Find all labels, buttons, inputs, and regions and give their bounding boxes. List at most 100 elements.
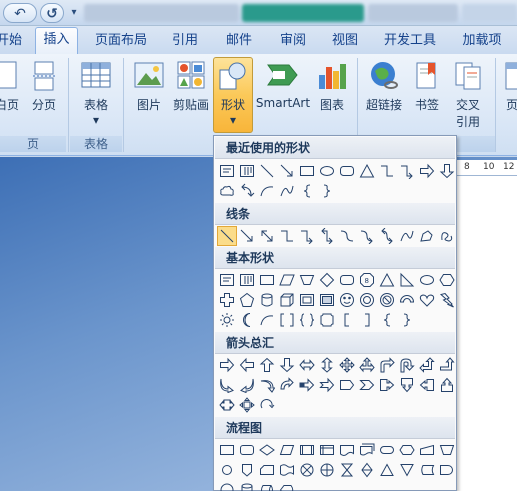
tab-add-ins[interactable]: 加载项	[455, 29, 509, 54]
up-down-arrow-icon[interactable]	[317, 355, 337, 375]
double-arrow-line-icon[interactable]	[257, 226, 277, 246]
curve-icon[interactable]	[397, 226, 417, 246]
bevel-icon[interactable]	[297, 290, 317, 310]
u-turn-arrow-icon[interactable]	[397, 355, 417, 375]
curved-down-arrow-icon[interactable]	[277, 375, 297, 395]
left-right-up-arrow-icon[interactable]	[357, 355, 377, 375]
document-page[interactable]	[456, 160, 517, 491]
page-break-button[interactable]: 分页	[28, 58, 60, 132]
connector-icon[interactable]	[217, 460, 237, 480]
curved-right-arrow-icon[interactable]	[217, 375, 237, 395]
manual-input-icon[interactable]	[417, 440, 437, 460]
chevron-icon[interactable]	[357, 375, 377, 395]
left-bracket-icon[interactable]	[337, 310, 357, 330]
double-brace-icon[interactable]	[297, 310, 317, 330]
frame-icon[interactable]	[317, 290, 337, 310]
extract-icon[interactable]	[377, 460, 397, 480]
process-icon[interactable]	[217, 440, 237, 460]
circular-arrow-icon[interactable]	[257, 395, 277, 415]
text-box-icon[interactable]	[217, 270, 237, 290]
tab-view[interactable]: 视图	[325, 29, 365, 54]
rectangle-icon[interactable]	[257, 270, 277, 290]
left-up-arrow-icon[interactable]	[417, 355, 437, 375]
lightning-icon[interactable]	[437, 290, 457, 310]
curved-left-arrow-icon[interactable]	[237, 375, 257, 395]
smiley-icon[interactable]	[337, 290, 357, 310]
tab-page-layout[interactable]: 页面布局	[89, 29, 153, 54]
magnetic-disk-icon[interactable]	[237, 480, 257, 491]
down-arrow-callout-icon[interactable]	[397, 375, 417, 395]
tab-mailings[interactable]: 邮件	[219, 29, 259, 54]
right-arrow-callout-icon[interactable]	[377, 375, 397, 395]
left-right-arrow-callout-icon[interactable]	[217, 395, 237, 415]
right-arrow-icon[interactable]	[417, 161, 437, 181]
right-arrow-icon[interactable]	[217, 355, 237, 375]
manual-operation-icon[interactable]	[437, 440, 457, 460]
moon-icon[interactable]	[237, 310, 257, 330]
summing-junction-icon[interactable]	[297, 460, 317, 480]
cube-icon[interactable]	[277, 290, 297, 310]
picture-button[interactable]: 图片	[130, 58, 168, 132]
heart-icon[interactable]	[417, 290, 437, 310]
card-icon[interactable]	[257, 460, 277, 480]
right-bracket-icon[interactable]	[357, 310, 377, 330]
right-brace-icon[interactable]	[317, 181, 337, 201]
curve-icon[interactable]	[277, 181, 297, 201]
bent-up-arrow-icon[interactable]	[437, 355, 457, 375]
multidocument-icon[interactable]	[357, 440, 377, 460]
undo-button[interactable]: ↶	[3, 3, 37, 23]
scribble-icon[interactable]	[437, 226, 457, 246]
triangle-icon[interactable]	[377, 270, 397, 290]
internal-storage-icon[interactable]	[317, 440, 337, 460]
tab-insert[interactable]: 插入	[35, 27, 78, 55]
text-box-icon[interactable]	[217, 161, 237, 181]
hexagon-icon[interactable]	[437, 270, 457, 290]
striped-right-arrow-icon[interactable]	[297, 375, 317, 395]
curved-arrow-connector-icon[interactable]	[357, 226, 377, 246]
merge-icon[interactable]	[397, 460, 417, 480]
elbow-connector-icon[interactable]	[377, 161, 397, 181]
terminator-icon[interactable]	[377, 440, 397, 460]
chart-button[interactable]: 图表	[313, 58, 351, 132]
pentagon-icon[interactable]	[237, 290, 257, 310]
quad-arrow-callout-icon[interactable]	[237, 395, 257, 415]
octagon-icon[interactable]: 8	[357, 270, 377, 290]
rounded-rectangle-icon[interactable]	[337, 270, 357, 290]
tab-review[interactable]: 审阅	[273, 29, 313, 54]
elbow-double-arrow-icon[interactable]	[317, 226, 337, 246]
rounded-rectangle-icon[interactable]	[337, 161, 357, 181]
double-bracket-icon[interactable]	[277, 310, 297, 330]
block-arc-icon[interactable]	[397, 290, 417, 310]
tab-references[interactable]: 引用	[165, 29, 205, 54]
line-icon[interactable]	[257, 161, 277, 181]
arc-icon[interactable]	[257, 310, 277, 330]
sequential-storage-icon[interactable]	[217, 480, 237, 491]
tab-developer[interactable]: 开发工具	[378, 29, 442, 54]
no-symbol-icon[interactable]	[377, 290, 397, 310]
can-icon[interactable]	[257, 290, 277, 310]
clip-art-button[interactable]: 剪贴画	[170, 58, 212, 132]
redo-button[interactable]: ↺	[40, 3, 64, 23]
pentagon-arrow-icon[interactable]	[337, 375, 357, 395]
oval-icon[interactable]	[317, 161, 337, 181]
bookmark-button[interactable]: 书签	[408, 58, 446, 132]
bent-arrow-icon[interactable]	[377, 355, 397, 375]
right-brace-icon[interactable]	[397, 310, 417, 330]
arrow-line-icon[interactable]	[277, 161, 297, 181]
header-button[interactable]: 页	[500, 58, 517, 132]
display-icon[interactable]	[277, 480, 297, 491]
notched-right-arrow-icon[interactable]	[317, 375, 337, 395]
vertical-text-box-icon[interactable]	[237, 270, 257, 290]
elbow-arrow-connector-icon[interactable]	[297, 226, 317, 246]
table-button[interactable]: 表格 ▾	[76, 58, 116, 132]
vertical-text-box-icon[interactable]	[237, 161, 257, 181]
right-triangle-icon[interactable]	[397, 270, 417, 290]
left-arrow-icon[interactable]	[237, 355, 257, 375]
donut-icon[interactable]	[357, 290, 377, 310]
elbow-arrow-connector-icon[interactable]	[397, 161, 417, 181]
alternate-process-icon[interactable]	[237, 440, 257, 460]
sun-icon[interactable]	[217, 310, 237, 330]
down-arrow-icon[interactable]	[277, 355, 297, 375]
direct-access-storage-icon[interactable]	[257, 480, 277, 491]
freeform-icon[interactable]	[417, 226, 437, 246]
